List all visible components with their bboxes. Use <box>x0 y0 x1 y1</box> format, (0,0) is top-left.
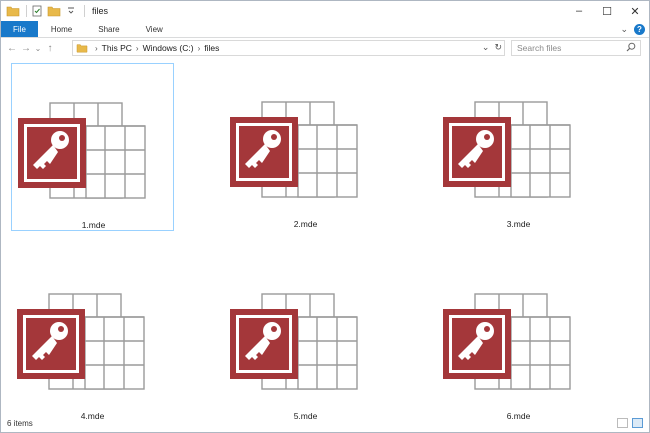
tab-share[interactable]: Share <box>85 21 132 37</box>
file-name: 2.mde <box>293 219 318 229</box>
ribbon-right-controls: ⌄ ? <box>620 21 645 37</box>
customize-toolbar-icon[interactable] <box>64 4 78 18</box>
breadcrumb-this-pc[interactable]: This PC <box>102 43 132 53</box>
minimize-button[interactable]: – <box>565 1 593 21</box>
file-item[interactable]: 6.mde <box>437 255 600 423</box>
breadcrumb-separator: › <box>197 43 201 53</box>
window-controls: – ☐ ✕ <box>565 1 649 21</box>
refresh-icon[interactable]: ↻ <box>494 42 502 53</box>
address-dropdown-icon[interactable]: ⌄ <box>482 42 490 53</box>
help-icon[interactable]: ? <box>634 23 645 35</box>
file-item[interactable]: 4.mde <box>11 255 174 423</box>
title-bar: files – ☐ ✕ <box>1 1 649 21</box>
address-bar[interactable]: › This PC › Windows (C:) › files ⌄ ↻ <box>72 40 505 56</box>
file-view: 1.mde 2.mde 3.mde 4.mde 5.mde 6.mde <box>1 59 649 421</box>
search-input[interactable]: Search files <box>517 43 561 53</box>
address-bar-controls: ⌄ ↻ <box>482 42 502 53</box>
file-item[interactable]: 3.mde <box>437 63 600 231</box>
access-database-icon <box>443 293 571 390</box>
access-database-icon <box>18 102 146 199</box>
window-title: files <box>92 6 109 16</box>
properties-icon[interactable] <box>30 4 44 18</box>
close-button[interactable]: ✕ <box>621 1 649 21</box>
file-name: 3.mde <box>506 219 531 229</box>
folder-icon <box>76 43 88 53</box>
item-count: 6 items <box>7 419 33 428</box>
status-bar: 6 items <box>1 415 649 432</box>
forward-button[interactable]: → <box>19 40 33 56</box>
details-view-icon[interactable] <box>617 418 628 428</box>
access-database-icon <box>17 293 145 390</box>
tab-view[interactable]: View <box>133 21 176 37</box>
file-item[interactable]: 5.mde <box>224 255 387 423</box>
navigation-bar: ← → ⌄ ↑ › This PC › Windows (C:) › files… <box>1 38 649 58</box>
back-button[interactable]: ← <box>5 40 19 56</box>
search-icon <box>626 42 636 54</box>
quick-access-toolbar <box>1 1 88 21</box>
breadcrumb-windows-c[interactable]: Windows (C:) <box>143 43 194 53</box>
access-database-icon <box>443 101 571 198</box>
tab-home[interactable]: Home <box>38 21 85 37</box>
breadcrumb-files[interactable]: files <box>204 43 219 53</box>
view-toggle <box>617 418 643 428</box>
breadcrumb-separator: › <box>135 43 139 53</box>
recent-locations-button[interactable]: ⌄ <box>33 40 43 56</box>
access-database-icon <box>230 101 358 198</box>
search-box[interactable]: Search files <box>511 40 641 56</box>
ribbon-tabs: File Home Share View ⌄ ? <box>1 21 649 38</box>
expand-ribbon-icon[interactable]: ⌄ <box>620 24 628 35</box>
file-name: 1.mde <box>81 220 106 230</box>
maximize-button[interactable]: ☐ <box>593 1 621 21</box>
new-folder-icon[interactable] <box>47 4 61 18</box>
folder-icon <box>6 4 20 18</box>
access-database-icon <box>230 293 358 390</box>
up-button[interactable]: ↑ <box>43 40 57 56</box>
tab-file[interactable]: File <box>1 21 38 37</box>
explorer-window: files – ☐ ✕ File Home Share View ⌄ ? ← →… <box>0 0 650 433</box>
file-item[interactable]: 2.mde <box>224 63 387 231</box>
file-item[interactable]: 1.mde <box>11 63 174 231</box>
breadcrumb-separator: › <box>95 43 98 53</box>
large-icons-view-icon[interactable] <box>632 418 643 428</box>
